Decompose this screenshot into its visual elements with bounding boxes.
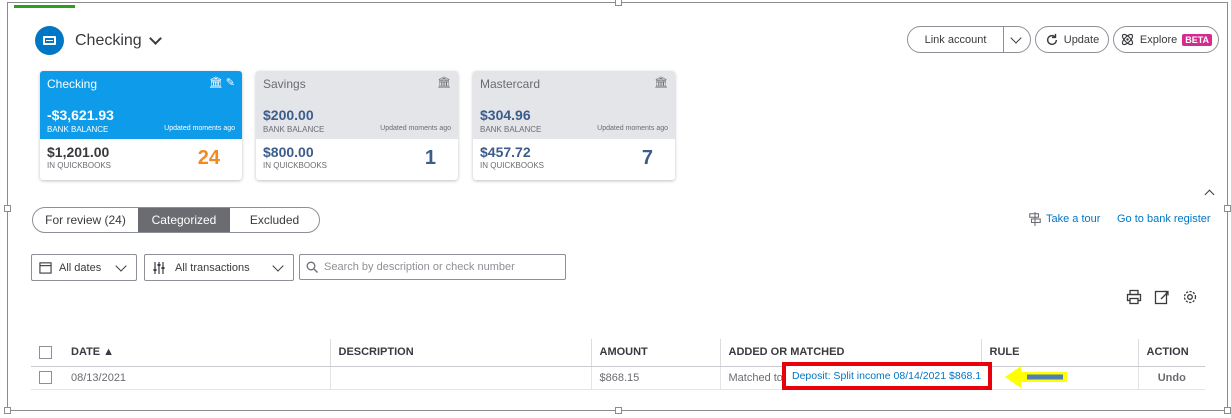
tile-account-name: Savings [263,77,306,91]
tile-updated-text: Updated moments ago [164,125,235,132]
search-icon [306,261,318,273]
transaction-filter-label: All transactions [175,261,250,274]
row-select-cell [31,366,63,390]
highlight-box: Deposit: Split income 08/14/2021 $868.1 [782,362,992,390]
row-checkbox[interactable] [39,371,52,384]
column-rule: RULE [980,339,1138,367]
row-amount: $868.15 [590,366,720,390]
select-all-header [31,339,63,367]
column-description: DESCRIPTION [329,339,591,367]
chevron-down-icon [272,260,284,272]
bank-icon: 🏛 [654,77,668,89]
resize-handle [4,407,11,414]
column-amount: AMOUNT [590,339,720,367]
date-filter-label: All dates [59,261,102,274]
beta-badge: BETA [1182,33,1213,46]
take-tour-link[interactable]: Take a tour [1028,212,1100,226]
tile-account-name: Checking [47,77,98,91]
explore-button[interactable]: Explore BETA [1113,26,1219,53]
review-tabs: For review (24) Categorized Excluded [32,207,320,233]
tab-categorized[interactable]: Categorized [138,208,230,232]
matched-transaction-link[interactable]: Deposit: Split income 08/14/2021 $868.1 [792,370,981,382]
tile-pending-count: 24 [197,147,220,169]
tile-qb-label: IN QUICKBOOKS [480,161,545,170]
annotation-arrow-icon [1005,366,1067,388]
search-box [299,254,566,280]
update-label: Update [1063,33,1100,46]
tile-qb-balance: $457.72 [480,144,531,160]
matched-prefix: Matched to [728,371,783,384]
update-button[interactable]: Update [1035,26,1109,53]
gear-icon[interactable] [1182,289,1198,305]
tile-bank-balance-label: BANK BALANCE [480,125,542,134]
signpost-icon [1029,212,1041,226]
calendar-icon [39,262,52,274]
link-account-button[interactable]: Link account [907,26,1031,53]
export-icon[interactable] [1154,289,1170,305]
tile-qb-balance: $800.00 [263,144,314,160]
tile-bank-balance-label: BANK BALANCE [263,125,325,134]
chevron-down-icon[interactable] [148,32,162,45]
tile-account-name: Mastercard [480,77,541,91]
bank-card-icon [35,26,64,55]
bank-icon: 🏛 [208,77,223,89]
resize-handle [1224,407,1231,414]
row-description [329,366,591,390]
bank-icon: 🏛 [437,77,451,89]
search-input[interactable] [324,261,559,273]
column-date[interactable]: DATE ▲ [63,339,330,367]
account-selector[interactable]: Checking [35,26,162,55]
top-actions: Link account Update Explore BETA [907,26,1219,53]
account-tile-checking[interactable]: Checking 🏛 ✎ -$3,621.93 BANK BALANCE Upda… [40,71,242,180]
pencil-icon[interactable]: ✎ [226,77,235,89]
date-filter-dropdown[interactable]: All dates [31,254,137,281]
tile-pending-count: 1 [424,147,436,169]
resize-handle [615,407,622,414]
link-account-label: Link account [924,33,987,46]
active-tab-indicator [14,5,75,8]
transaction-filter-dropdown[interactable]: All transactions [144,254,294,281]
resize-handle [4,205,11,212]
resize-handle [615,0,622,6]
tile-bank-balance: $200.00 [263,107,314,123]
row-date: 08/13/2021 [63,366,330,390]
explore-label: Explore [1139,33,1178,46]
tab-excluded[interactable]: Excluded [230,208,319,232]
tile-bank-balance-label: BANK BALANCE [47,125,109,134]
tile-updated-text: Updated moments ago [597,125,668,132]
tile-bank-balance: -$3,621.93 [47,107,114,123]
tile-pending-count: 7 [641,147,653,169]
select-all-checkbox[interactable] [39,345,52,359]
tile-icons: 🏛 ✎ [209,76,235,89]
account-tile-mastercard[interactable]: Mastercard 🏛 $304.96 BANK BALANCE Updated… [473,71,675,180]
bank-register-link[interactable]: Go to bank register [1117,213,1211,225]
chevron-down-icon[interactable] [1010,32,1022,44]
tile-bank-balance: $304.96 [480,107,531,123]
tile-updated-text: Updated moments ago [380,125,451,132]
tile-qb-label: IN QUICKBOOKS [263,161,328,170]
print-icon[interactable] [1126,289,1142,305]
atom-icon [1121,33,1134,46]
chevron-down-icon [115,260,127,272]
undo-button[interactable]: Undo [1137,366,1205,390]
table-tools [1126,289,1198,305]
resize-handle [1224,205,1231,212]
column-action: ACTION [1137,339,1205,367]
account-title: Checking [75,31,142,49]
refresh-icon [1046,33,1057,45]
tab-for-review[interactable]: For review (24) [33,208,138,232]
take-tour-label: Take a tour [1046,213,1101,225]
account-tile-savings[interactable]: Savings 🏛 $200.00 BANK BALANCE Updated mo… [256,71,458,180]
sliders-icon [153,261,165,274]
table-header-row: DATE ▲ DESCRIPTION AMOUNT ADDED OR MATCH… [31,339,1205,367]
